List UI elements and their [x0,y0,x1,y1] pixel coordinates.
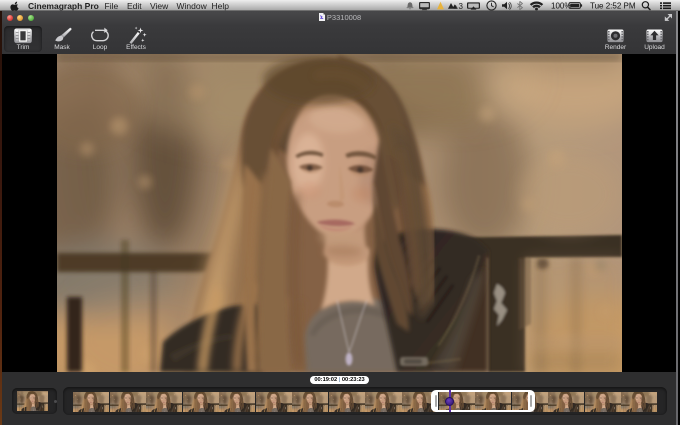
svg-text:Tue 2:52 PM: Tue 2:52 PM [590,1,636,10]
svg-text:3: 3 [459,2,464,11]
svg-text:100%: 100% [551,1,571,10]
